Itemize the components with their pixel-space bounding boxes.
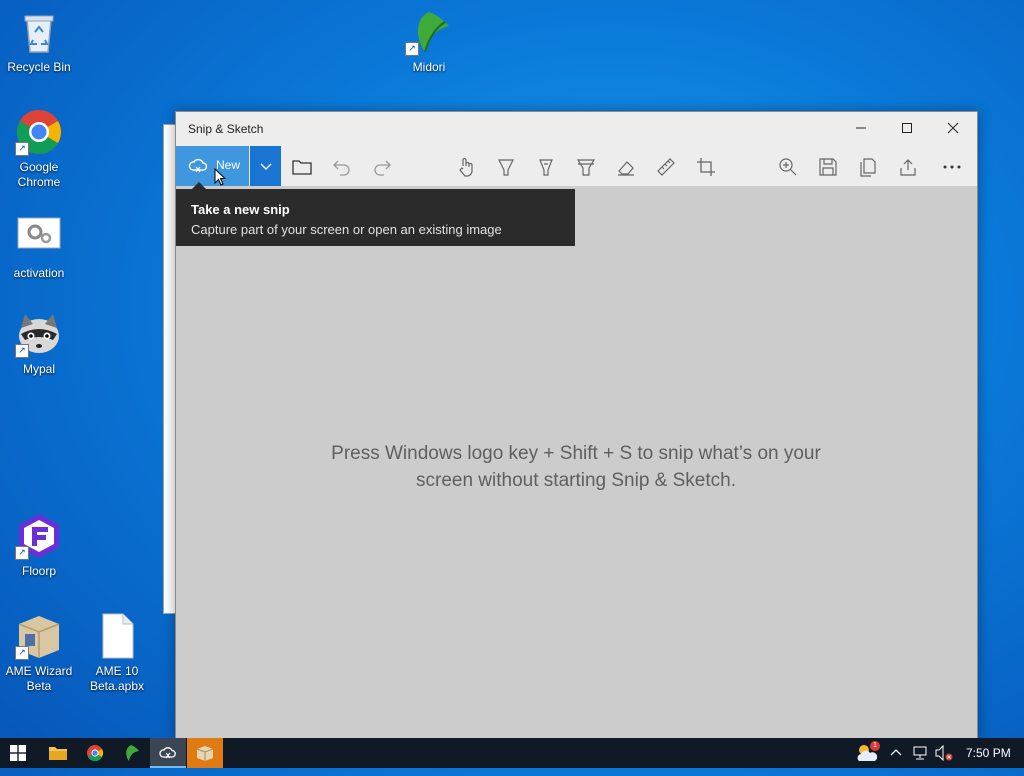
desktop-icon-label: Floorp bbox=[21, 564, 56, 578]
ballpoint-pen-icon[interactable] bbox=[495, 156, 517, 178]
maximize-button[interactable] bbox=[884, 112, 930, 146]
desktop-icon-floorp[interactable]: ↗ Floorp bbox=[2, 512, 76, 579]
desktop-icon-mypal[interactable]: ↗ Mypal bbox=[2, 310, 76, 377]
desktop-icon-label: activation bbox=[13, 266, 65, 280]
taskbar: 1 7:50 PM bbox=[0, 738, 1024, 768]
minimize-icon bbox=[856, 127, 866, 129]
ame-wizard-box-icon: ↗ bbox=[15, 612, 63, 660]
snip-sketch-icon bbox=[159, 747, 176, 759]
title-bar[interactable]: Snip & Sketch bbox=[176, 112, 977, 146]
copy-icon[interactable] bbox=[857, 156, 879, 178]
touch-writing-icon[interactable] bbox=[455, 156, 477, 178]
midori-icon: ↗ bbox=[405, 8, 453, 56]
taskbar-ame-wizard[interactable] bbox=[187, 738, 223, 768]
file-icon bbox=[93, 612, 141, 660]
mypal-raccoon-icon: ↗ bbox=[15, 310, 63, 358]
mouse-cursor-icon bbox=[214, 168, 227, 186]
tooltip-pointer bbox=[192, 182, 206, 189]
toolbar: New bbox=[176, 146, 977, 186]
desktop-icon-label: Google Chrome bbox=[17, 160, 61, 189]
tooltip-title: Take a new snip bbox=[191, 202, 290, 217]
desktop-icon-ame-10-beta-apbx[interactable]: AME 10 Beta.apbx bbox=[80, 612, 154, 694]
desktop-icon-google-chrome[interactable]: ↗ Google Chrome bbox=[2, 108, 76, 190]
new-snip-button[interactable]: New bbox=[176, 146, 249, 186]
desktop-icon-label: Midori bbox=[412, 60, 446, 74]
open-folder-icon[interactable] bbox=[291, 156, 313, 178]
desktop-icon-recycle-bin[interactable]: Recycle Bin bbox=[2, 8, 76, 75]
start-button[interactable] bbox=[0, 738, 36, 768]
network-disconnected-icon bbox=[913, 746, 927, 760]
volume-muted-icon bbox=[935, 744, 953, 762]
undo-icon[interactable] bbox=[331, 156, 353, 178]
new-snip-tooltip: Take a new snip Capture part of your scr… bbox=[176, 182, 575, 246]
canvas-hint-text: Press Windows logo key + Shift + S to sn… bbox=[276, 440, 876, 494]
hint-line-2: screen without starting Snip & Sketch. bbox=[416, 470, 736, 491]
close-icon bbox=[947, 122, 959, 134]
shortcut-arrow-icon: ↗ bbox=[15, 142, 29, 156]
desktop-icon-label: AME 10 Beta.apbx bbox=[89, 664, 145, 693]
taskbar-file-explorer[interactable] bbox=[40, 738, 76, 768]
zoom-icon[interactable] bbox=[777, 156, 799, 178]
eraser-icon[interactable] bbox=[615, 156, 637, 178]
taskbar-chrome[interactable] bbox=[76, 738, 112, 768]
highlighter-icon[interactable] bbox=[575, 156, 597, 178]
floorp-icon: ↗ bbox=[15, 512, 63, 560]
more-options-icon[interactable] bbox=[941, 156, 963, 178]
new-snip-icon bbox=[188, 158, 208, 173]
chevron-up-icon bbox=[890, 749, 902, 756]
show-hidden-icons-button[interactable] bbox=[890, 738, 906, 768]
minimize-button[interactable] bbox=[838, 112, 884, 146]
hint-line-1: Press Windows logo key + Shift + S to sn… bbox=[331, 443, 821, 464]
pencil-icon[interactable] bbox=[535, 156, 557, 178]
weather-alert-badge: 1 bbox=[870, 741, 880, 751]
desktop-icon-label: Mypal bbox=[22, 362, 55, 376]
windows-logo-icon bbox=[10, 745, 26, 761]
folder-icon bbox=[49, 747, 67, 760]
save-icon[interactable] bbox=[817, 156, 839, 178]
chrome-icon bbox=[87, 745, 104, 762]
weather-widget[interactable]: 1 bbox=[854, 738, 884, 768]
ame-wizard-box-icon bbox=[196, 746, 214, 761]
clock[interactable]: 7:50 PM bbox=[966, 738, 1014, 768]
ruler-icon[interactable] bbox=[655, 156, 677, 178]
desktop-icon-activation[interactable]: activation bbox=[2, 214, 76, 281]
crop-icon[interactable] bbox=[695, 156, 717, 178]
taskbar-snip-sketch[interactable] bbox=[150, 738, 186, 768]
shortcut-arrow-icon: ↗ bbox=[15, 546, 29, 560]
chevron-down-icon bbox=[260, 163, 271, 170]
window-title: Snip & Sketch bbox=[188, 122, 264, 136]
network-status[interactable] bbox=[912, 738, 932, 768]
close-button[interactable] bbox=[930, 112, 976, 146]
taskbar-midori[interactable] bbox=[112, 738, 148, 768]
desktop-icon-label: AME Wizard Beta bbox=[5, 664, 73, 693]
new-snip-dropdown-button[interactable] bbox=[250, 146, 281, 186]
maximize-icon bbox=[902, 123, 912, 133]
share-icon[interactable] bbox=[897, 156, 919, 178]
snip-sketch-window: Snip & Sketch New Take a new snip Captur… bbox=[175, 111, 978, 740]
desktop-icon-label: Recycle Bin bbox=[7, 60, 71, 74]
activation-settings-icon bbox=[15, 214, 63, 262]
midori-icon bbox=[126, 745, 139, 761]
desktop-icon-midori[interactable]: ↗ Midori bbox=[392, 8, 466, 75]
shortcut-arrow-icon: ↗ bbox=[15, 344, 29, 358]
shortcut-arrow-icon: ↗ bbox=[405, 42, 419, 56]
redo-icon[interactable] bbox=[371, 156, 393, 178]
volume-control[interactable] bbox=[935, 738, 957, 768]
recycle-bin-icon bbox=[15, 8, 63, 56]
chrome-icon: ↗ bbox=[15, 108, 63, 156]
tooltip-description: Capture part of your screen or open an e… bbox=[191, 222, 502, 237]
desktop-icon-ame-wizard-beta[interactable]: ↗ AME Wizard Beta bbox=[2, 612, 76, 694]
shortcut-arrow-icon: ↗ bbox=[15, 646, 29, 660]
